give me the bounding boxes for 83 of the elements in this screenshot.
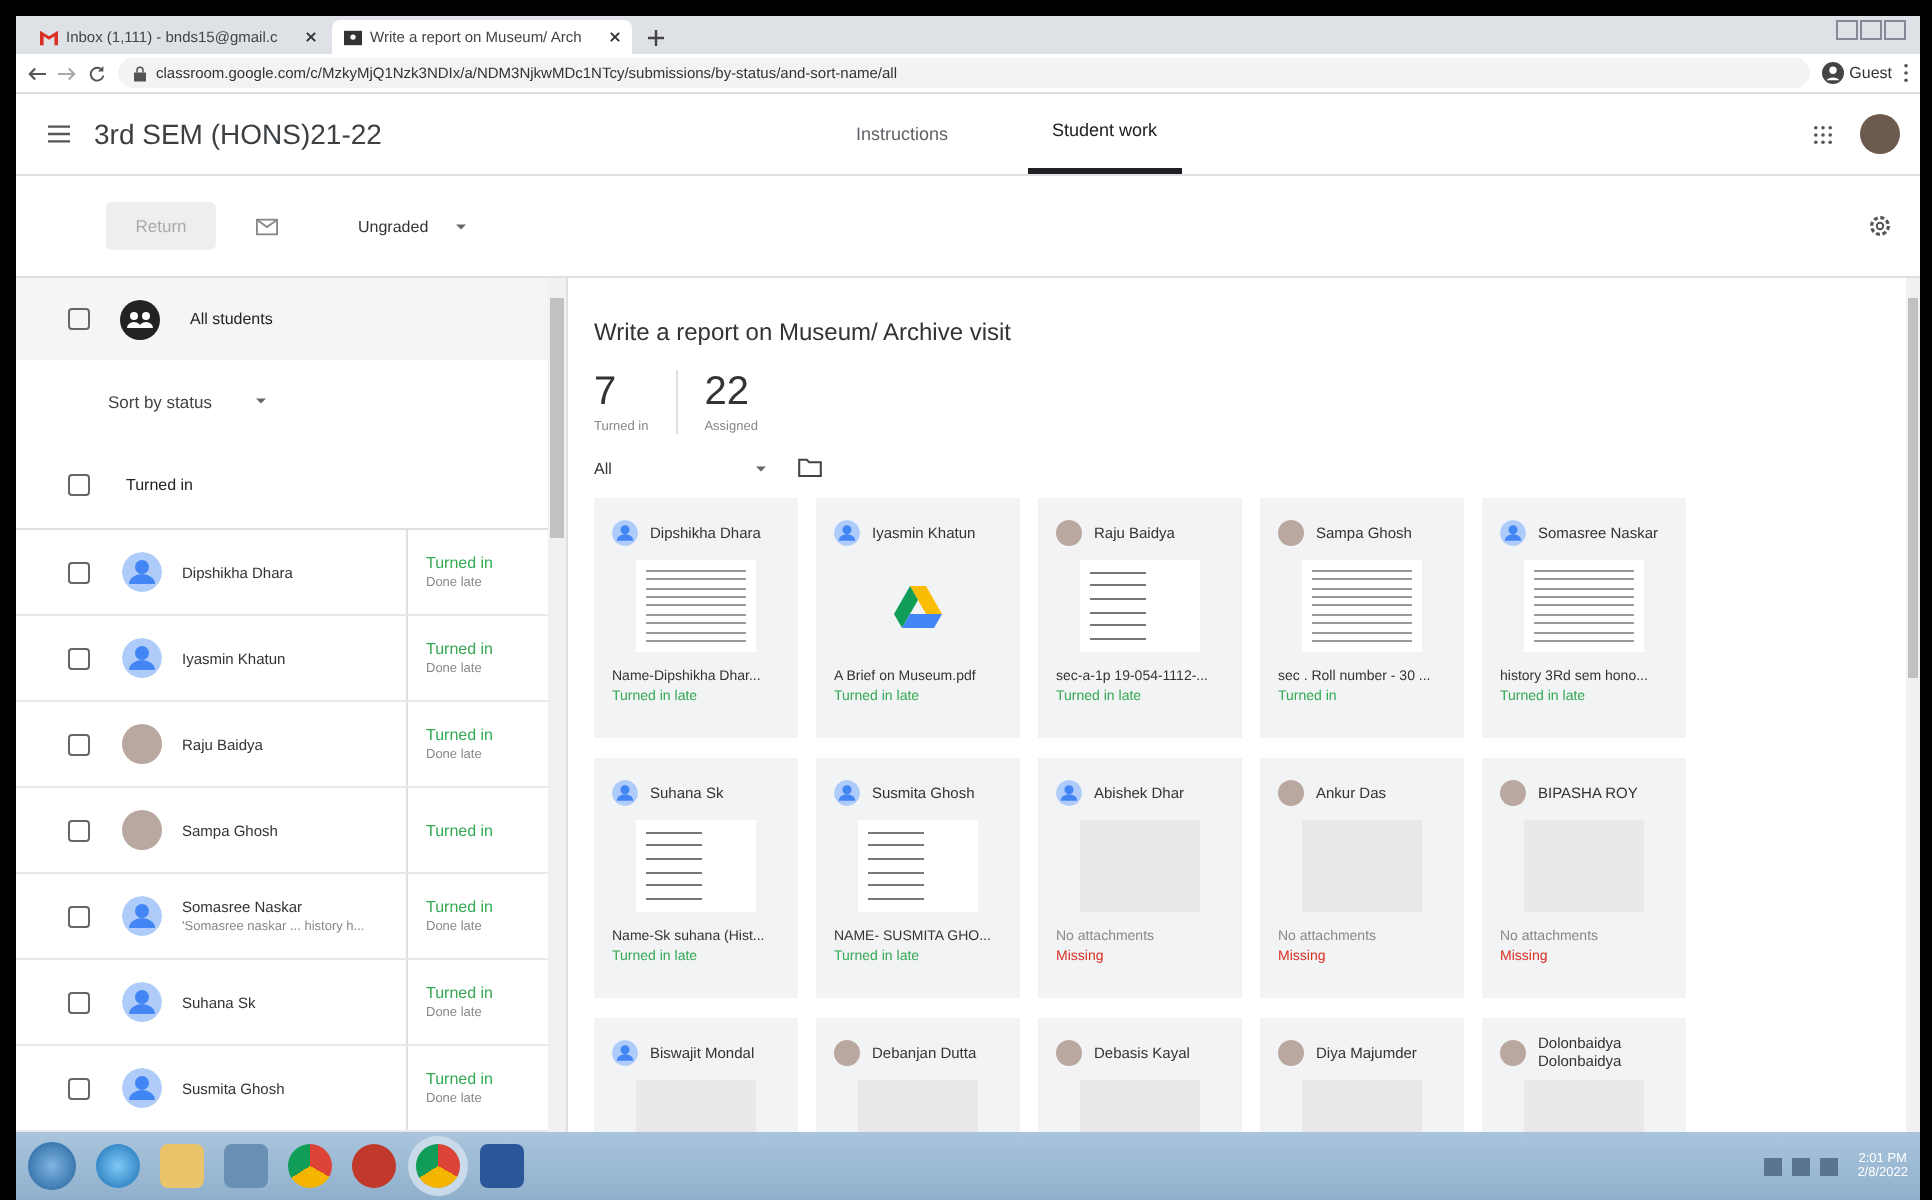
stat-count: 7 xyxy=(594,370,619,414)
settings-icon[interactable] xyxy=(1868,214,1892,238)
document-thumbnail xyxy=(1080,560,1200,652)
document-thumbnail xyxy=(1524,560,1644,652)
caret-icon xyxy=(456,223,467,229)
group-label: Turned in xyxy=(126,476,193,495)
avatar xyxy=(1056,1039,1082,1065)
user-avatar[interactable] xyxy=(1860,114,1900,154)
checkbox[interactable] xyxy=(68,905,90,927)
document-thumbnail xyxy=(636,820,756,912)
checkbox[interactable] xyxy=(68,474,90,497)
avatar-icon xyxy=(612,779,638,805)
avatar-icon xyxy=(1056,779,1082,805)
folder-icon[interactable] xyxy=(797,458,822,478)
scrollbar[interactable] xyxy=(548,278,566,1132)
checkbox[interactable] xyxy=(68,991,90,1013)
avatar-icon xyxy=(834,519,860,545)
menu-icon[interactable] xyxy=(48,124,70,144)
profile-button[interactable]: Guest xyxy=(1821,62,1892,84)
avatar-icon xyxy=(834,779,860,805)
status-label: Turned in xyxy=(426,554,493,572)
status-label: Turned in xyxy=(426,984,493,1002)
avatar-icon xyxy=(122,552,162,592)
avatar xyxy=(122,810,162,850)
sort-dropdown[interactable]: Sort by status xyxy=(108,391,266,412)
avatar xyxy=(834,1039,860,1065)
avatar xyxy=(122,724,162,764)
caret-icon xyxy=(755,465,766,471)
avatar-icon xyxy=(122,982,162,1022)
avatar xyxy=(1278,1039,1304,1065)
assignment-title: Write a report on Museum/ Archive visit xyxy=(594,318,1014,346)
back-icon[interactable] xyxy=(28,65,46,81)
app-icon[interactable] xyxy=(352,1144,396,1188)
avatar xyxy=(1278,519,1304,545)
status-label: Turned in xyxy=(426,1070,493,1088)
document-thumbnail xyxy=(636,560,756,652)
scrollbar[interactable] xyxy=(1906,278,1920,1132)
filter-dropdown[interactable]: All xyxy=(594,459,766,477)
status-label: Turned in xyxy=(426,640,493,658)
stat-count: 22 xyxy=(704,370,751,414)
status-label: Turned in xyxy=(426,821,493,839)
close-icon[interactable] xyxy=(306,32,316,42)
page-tab[interactable]: Instructions xyxy=(832,94,973,174)
browser-icon[interactable] xyxy=(416,1144,460,1188)
document-thumbnail xyxy=(858,820,978,912)
page-tab[interactable]: Student work xyxy=(1028,94,1182,174)
avatar-icon xyxy=(122,1068,162,1108)
checkbox[interactable] xyxy=(68,561,90,583)
status-label: Turned in xyxy=(426,898,493,916)
lock-icon xyxy=(134,65,146,81)
new-tab-icon[interactable] xyxy=(648,30,664,46)
checkbox[interactable] xyxy=(68,819,90,841)
group-icon xyxy=(120,299,160,339)
profile-icon xyxy=(1821,62,1844,84)
avatar-icon xyxy=(122,896,162,936)
avatar xyxy=(1500,1039,1526,1065)
drive-icon xyxy=(894,585,942,627)
checkbox[interactable] xyxy=(68,308,90,330)
avatar xyxy=(1056,519,1082,545)
close-icon[interactable] xyxy=(610,32,620,42)
checkbox[interactable] xyxy=(68,1077,90,1099)
reload-icon[interactable] xyxy=(88,65,106,81)
avatar xyxy=(1500,779,1526,805)
window-controls-icon[interactable] xyxy=(1836,20,1908,40)
checkbox[interactable] xyxy=(68,647,90,669)
mail-icon[interactable] xyxy=(256,217,278,235)
avatar-icon xyxy=(612,519,638,545)
avatar-icon xyxy=(122,638,162,678)
document-thumbnail xyxy=(1302,560,1422,652)
status-label: Turned in xyxy=(426,726,493,744)
course-title: 3rd SEM (HONS)21-22 xyxy=(94,118,382,150)
avatar-icon xyxy=(1500,519,1526,545)
checkbox[interactable] xyxy=(68,733,90,755)
grade-filter-dropdown[interactable]: Ungraded xyxy=(358,217,467,235)
apps-grid-icon[interactable] xyxy=(1814,125,1832,143)
document-app-icon[interactable] xyxy=(480,1144,524,1188)
caret-icon xyxy=(255,398,266,405)
mail-icon xyxy=(40,29,58,45)
avatar xyxy=(1278,779,1304,805)
board-icon xyxy=(344,29,362,45)
avatar-icon xyxy=(612,1039,638,1065)
start-button[interactable] xyxy=(28,1142,76,1190)
all-students-label[interactable]: All students xyxy=(190,310,273,328)
